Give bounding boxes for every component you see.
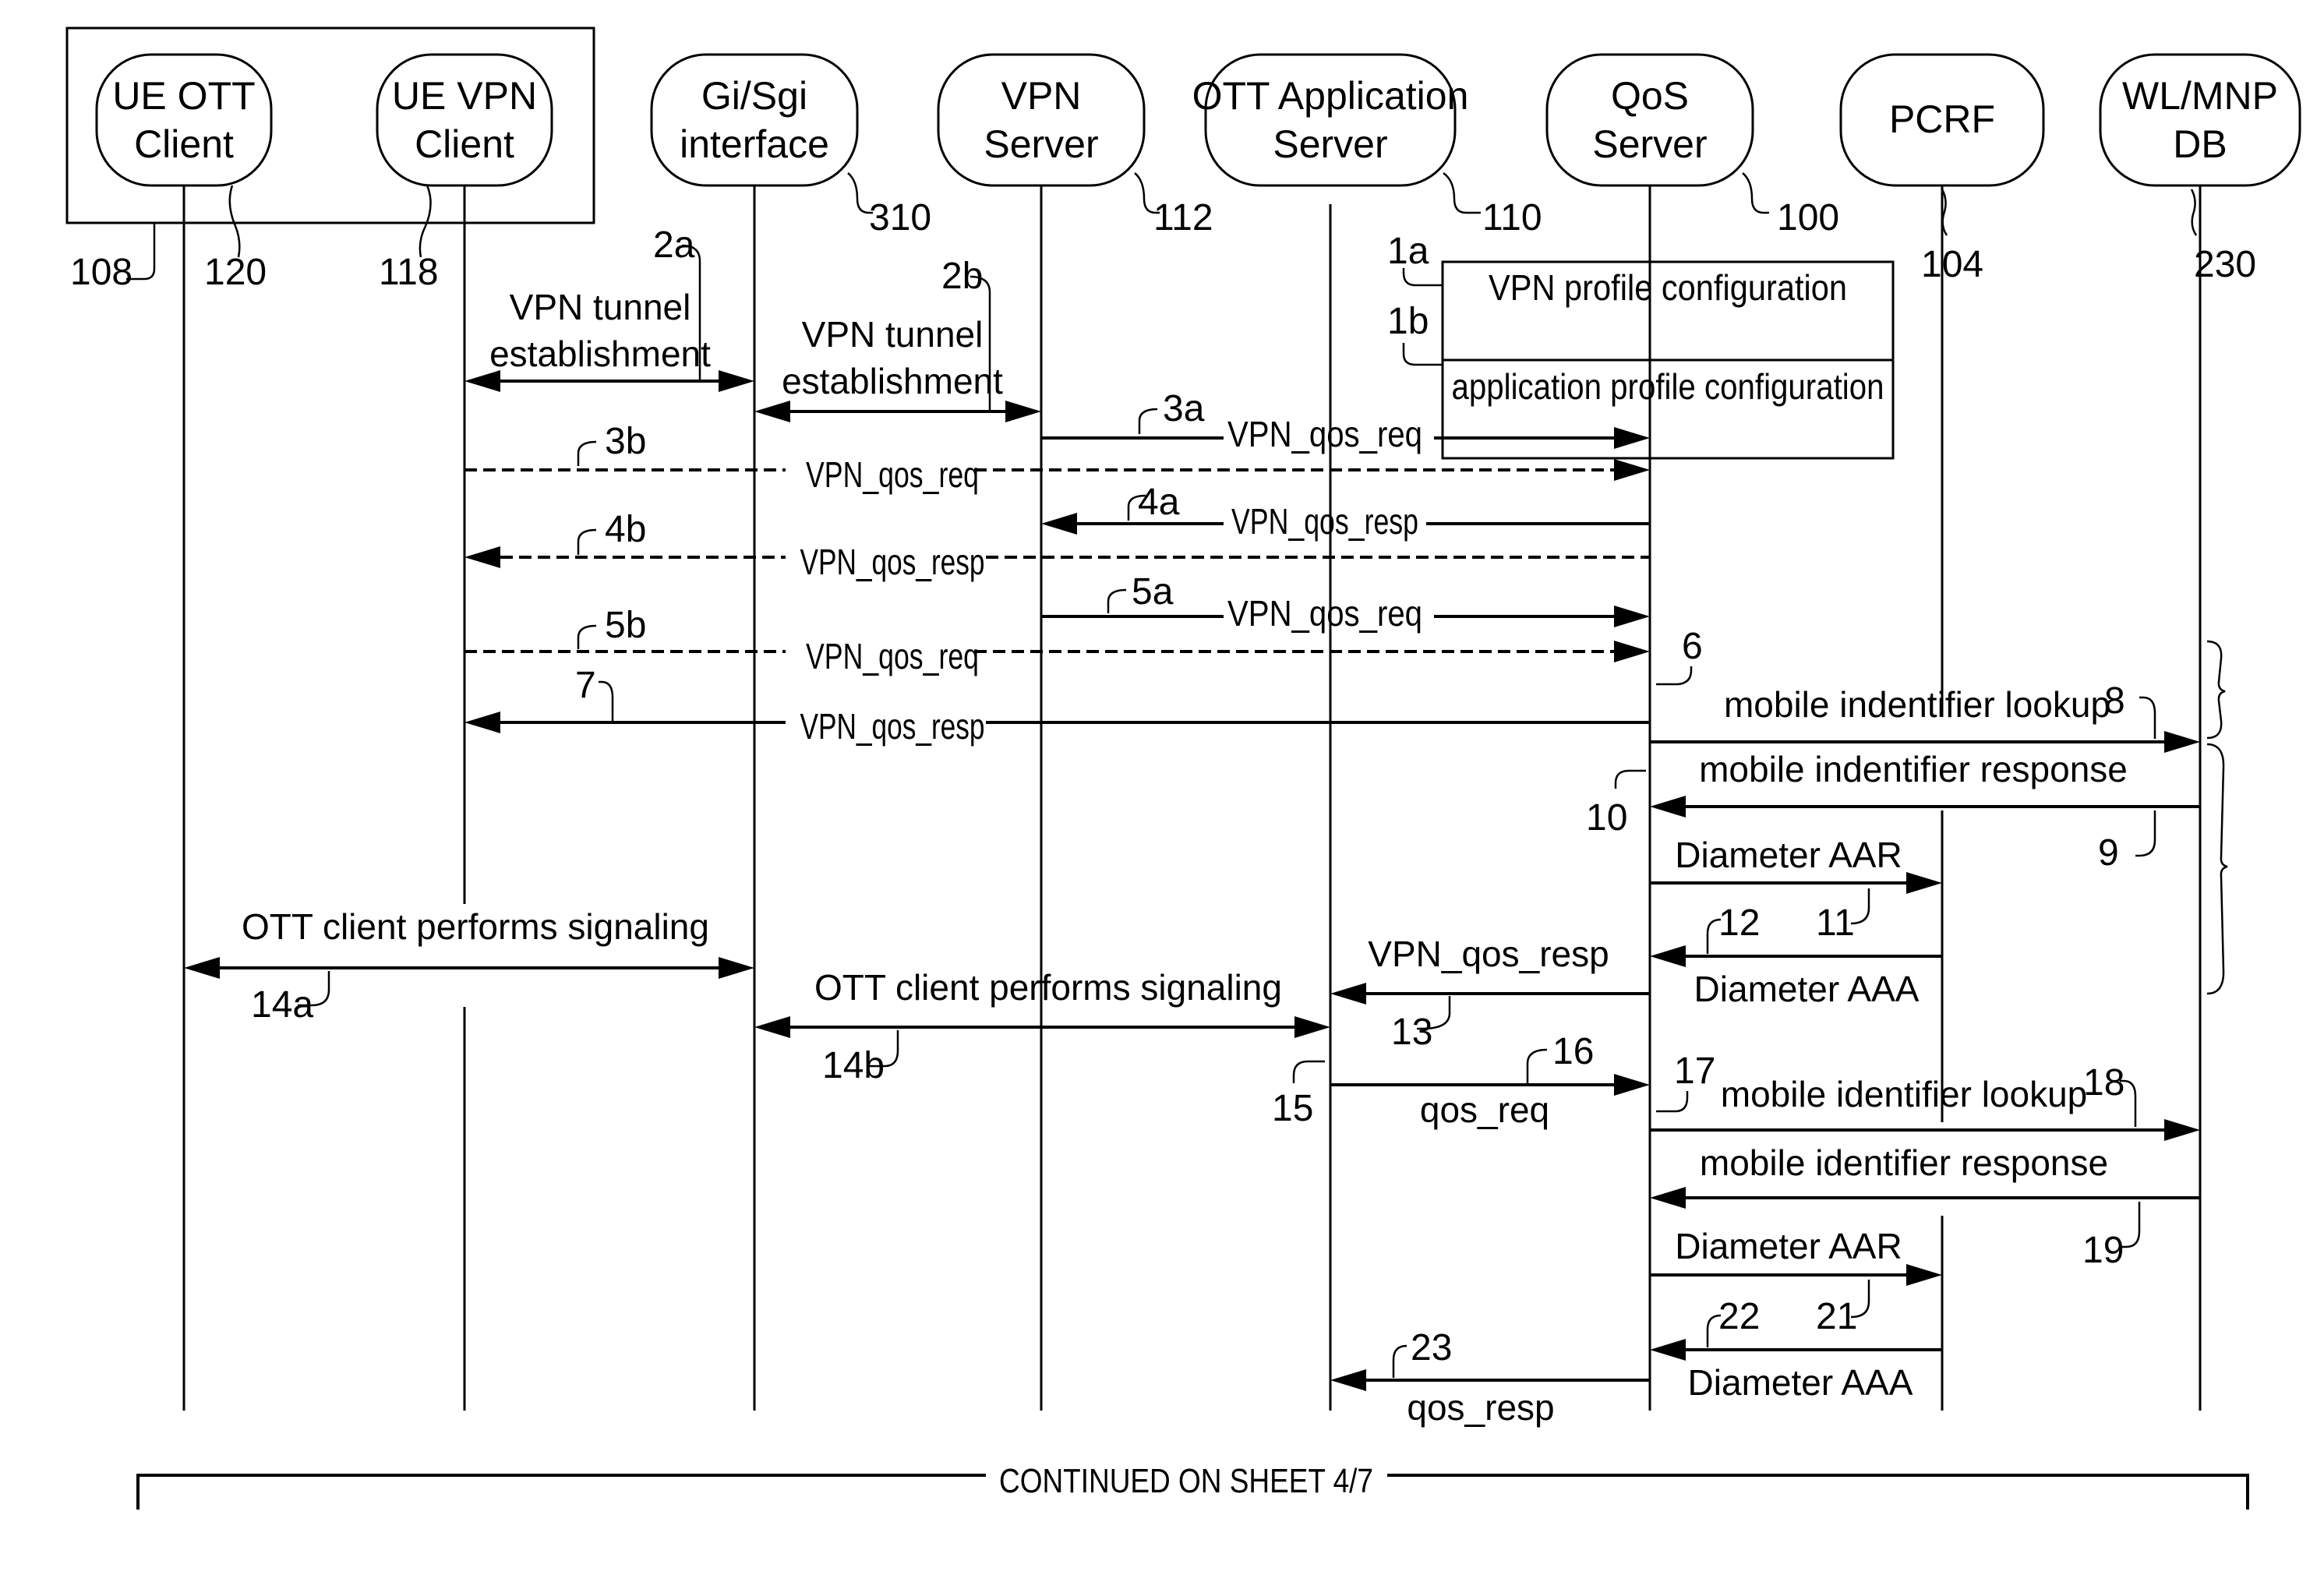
step-label: 19: [2082, 1230, 2124, 1271]
participant-label: Gi/Sgi: [701, 74, 807, 118]
step-label: 5b: [605, 605, 646, 646]
participant-label: Server: [1273, 122, 1387, 166]
step-label: 18: [2083, 1062, 2124, 1104]
step-label: 4a: [1138, 482, 1180, 523]
step-label: 23: [1411, 1327, 1452, 1368]
step-label: 22: [1718, 1296, 1760, 1337]
step-label: 13: [1391, 1012, 1432, 1053]
participant-label: DB: [2173, 122, 2227, 166]
message-label: OTT client performs signaling: [814, 967, 1282, 1008]
participant-label: QoS: [1611, 74, 1689, 118]
step-label-1b: 1b: [1387, 301, 1429, 342]
config-row-vpn-profile: VPN profile configuration: [1489, 267, 1847, 308]
participant-label: VPN: [1001, 74, 1082, 118]
participant-label: OTT Application: [1192, 74, 1469, 118]
step-label: 11: [1816, 902, 1855, 944]
step-label: 8: [2104, 680, 2125, 722]
step-label: 6: [1682, 626, 1703, 667]
participant-label: UE VPN: [392, 74, 537, 118]
step-label: 9: [2098, 832, 2119, 874]
message-label: VPN_qos_req: [1227, 593, 1422, 634]
ref-numeral: 118: [379, 252, 439, 293]
message-label: qos_req: [1420, 1089, 1549, 1130]
message-label: VPN_qos_req: [806, 636, 979, 676]
message-label: establishment: [489, 334, 711, 374]
participant-label: PCRF: [1889, 97, 1995, 141]
participant-label: UE OTT: [112, 74, 255, 118]
message-label: VPN tunnel: [510, 287, 691, 327]
participant-label: Server: [984, 122, 1098, 166]
ref-numeral: 112: [1153, 197, 1213, 238]
message-label: Diameter AAA: [1688, 1362, 1913, 1403]
step-label: 2a: [653, 224, 695, 266]
ref-numeral: 230: [2194, 244, 2256, 285]
message-18: mobile identifier lookup18: [1650, 1062, 2200, 1141]
ref-numeral: 310: [869, 197, 931, 238]
message-label: VPN_qos_req: [1227, 414, 1422, 454]
config-row-application-profile: application profile configuration: [1452, 366, 1884, 407]
message-label: mobile identifier response: [1700, 1142, 2108, 1183]
message-label: mobile indentifier lookup: [1724, 684, 2110, 725]
step-label: 17: [1674, 1051, 1715, 1092]
step-label: 16: [1552, 1031, 1594, 1072]
sequence-diagram: 108 UE OTTClient120UE VPNClient118Gi/Sgi…: [0, 0, 2324, 1582]
message-label: Diameter AAR: [1675, 835, 1902, 875]
message-label: Diameter AAR: [1675, 1226, 1902, 1266]
step-label: 12: [1718, 902, 1760, 944]
message-label: VPN_qos_resp: [800, 542, 985, 582]
step-label: 3a: [1163, 388, 1205, 429]
participant-label: Server: [1592, 122, 1707, 166]
step-label-1a: 1a: [1387, 231, 1429, 272]
step-label: 15: [1272, 1088, 1313, 1129]
ref-numeral: 104: [1921, 244, 1983, 285]
step-label: 3b: [605, 421, 646, 462]
participant-label: WL/MNP: [2122, 74, 2278, 118]
step-label: 14b: [822, 1045, 885, 1086]
message-label: VPN_qos_resp: [800, 706, 985, 747]
ue-group-ref: 108: [70, 252, 132, 293]
message-label: VPN tunnel: [802, 314, 984, 355]
step-label: 21: [1816, 1296, 1857, 1337]
continued-on-sheet: CONTINUED ON SHEET 4/7: [999, 1462, 1373, 1500]
step-label: 10: [1586, 797, 1627, 839]
message-label: mobile indentifier response: [1699, 749, 2128, 789]
ref-numeral: 100: [1777, 197, 1839, 238]
step-label: 2b: [941, 256, 983, 297]
message-label: qos_resp: [1407, 1387, 1554, 1428]
step-label: 4b: [605, 509, 646, 550]
message-label: establishment: [782, 361, 1003, 401]
ref-numeral: 120: [204, 252, 267, 293]
message-label: Diameter AAA: [1694, 969, 1920, 1009]
message-label: OTT client performs signaling: [242, 906, 709, 947]
participant-label: interface: [680, 122, 829, 166]
step-label: 14a: [251, 984, 313, 1026]
step-label: 7: [575, 665, 596, 706]
step-label: 5a: [1132, 571, 1174, 613]
message-label: VPN_qos_req: [806, 454, 979, 495]
message-8: mobile indentifier lookup8: [1650, 680, 2200, 753]
participant-label: Client: [134, 122, 234, 166]
participant-label: Client: [415, 122, 514, 166]
message-label: mobile identifier lookup: [1721, 1074, 2088, 1114]
ref-numeral: 110: [1482, 197, 1542, 238]
message-label: VPN_qos_resp: [1368, 934, 1609, 974]
message-label: VPN_qos_resp: [1231, 501, 1418, 542]
